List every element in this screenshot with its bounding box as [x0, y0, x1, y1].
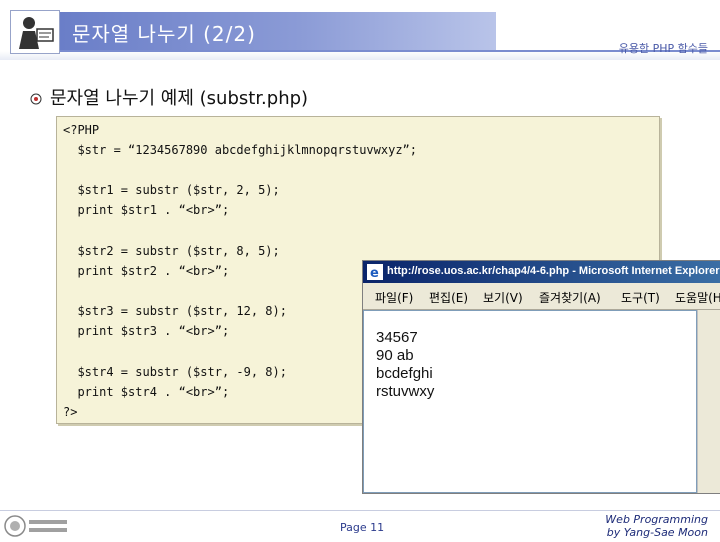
credit-line: by Yang-Sae Moon — [606, 526, 708, 539]
credit-line: Web Programming — [605, 513, 708, 526]
code-line: $str4 = substr ($str, -9, 8); — [63, 365, 287, 379]
vertical-scrollbar[interactable] — [697, 310, 720, 493]
code-line: $str2 = substr ($str, 8, 5); — [63, 244, 280, 258]
output-line: bcdefghi — [376, 365, 433, 382]
svg-text:e: e — [370, 266, 379, 280]
browser-content: 34567 90 ab bcdefghi rstuvwxy — [363, 310, 697, 493]
code-line: print $str2 . “<br>”; — [63, 264, 230, 278]
presenter-logo-icon — [10, 10, 60, 54]
code-line: $str1 = substr ($str, 2, 5); — [63, 183, 280, 197]
output-line: 34567 — [376, 329, 418, 346]
footer-rule — [0, 510, 720, 511]
output-line: rstuvwxy — [376, 383, 435, 400]
university-logo-icon — [4, 514, 70, 538]
menu-edit[interactable]: 편집(E) — [429, 289, 468, 306]
code-line: print $str1 . “<br>”; — [63, 203, 230, 217]
code-line: $str = “1234567890 abcdefghijklmnopqrstu… — [63, 143, 418, 157]
menu-favorites[interactable]: 즐겨찾기(A) — [539, 289, 601, 306]
code-line: ?> — [63, 405, 78, 419]
code-line: $str3 = substr ($str, 12, 8); — [63, 304, 287, 318]
page-number: Page 11 — [340, 521, 385, 534]
menu-file[interactable]: 파일(F) — [375, 289, 413, 306]
browser-window: e http://rose.uos.ac.kr/chap4/4-6.php - … — [362, 260, 720, 494]
browser-menubar: 파일(F) 편집(E) 보기(V) 즐겨찾기(A) 도구(T) 도움말(H) — [363, 283, 720, 310]
code-line: print $str3 . “<br>”; — [63, 324, 230, 338]
output-line: 90 ab — [376, 347, 414, 364]
bullet-icon — [30, 90, 42, 105]
browser-title: http://rose.uos.ac.kr/chap4/4-6.php - Mi… — [387, 265, 720, 277]
code-line: print $str4 . “<br>”; — [63, 385, 230, 399]
menu-view[interactable]: 보기(V) — [483, 289, 523, 306]
code-line: <?PHP — [63, 123, 100, 137]
internet-explorer-icon: e — [367, 264, 383, 281]
footer-credit: Web Programming by Yang-Sae Moon — [605, 513, 708, 539]
subtitle: 문자열 나누기 예제 (substr.php) — [50, 88, 309, 109]
section-label: 유용한 PHP 함수들 — [618, 42, 708, 55]
menu-tools[interactable]: 도구(T) — [621, 289, 660, 306]
page-title: 문자열 나누기 (2/2) — [72, 22, 256, 46]
browser-titlebar[interactable]: e http://rose.uos.ac.kr/chap4/4-6.php - … — [363, 261, 720, 283]
menu-help[interactable]: 도움말(H) — [675, 289, 720, 306]
